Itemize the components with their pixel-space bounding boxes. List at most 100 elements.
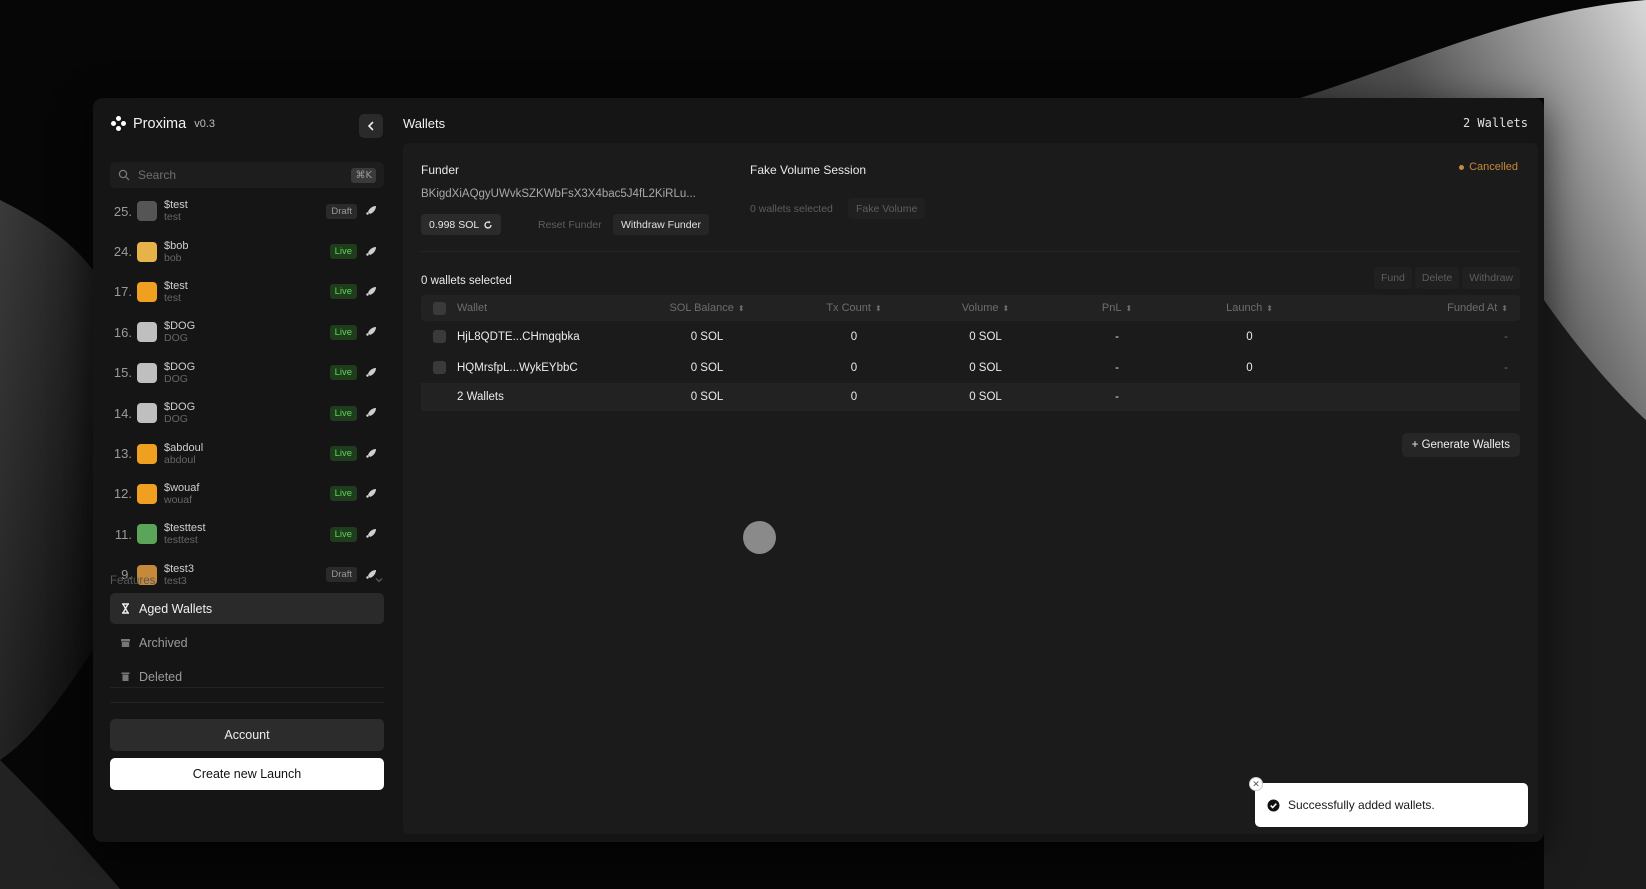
column-header-funded-at[interactable]: Funded At ⬍ xyxy=(1315,302,1520,314)
withdraw-funder-button[interactable]: Withdraw Funder xyxy=(613,214,709,235)
search-icon xyxy=(118,169,130,181)
refresh-icon[interactable] xyxy=(483,220,493,230)
rocket-icon[interactable] xyxy=(364,245,378,259)
funded-at: - xyxy=(1504,361,1508,374)
reset-funder-button[interactable]: Reset Funder xyxy=(530,214,610,235)
nav-item-deleted[interactable]: Deleted xyxy=(110,661,384,692)
search-shortcut: ⌘K xyxy=(351,167,376,183)
select-all-checkbox[interactable] xyxy=(432,301,446,315)
nav-label: Archived xyxy=(139,635,188,650)
sort-icon: ⬍ xyxy=(1002,304,1010,313)
launch-list: 25. $test test Draft 24. $bob bob Live 17.… xyxy=(110,191,384,595)
launch-name: wouaf xyxy=(164,493,193,506)
launch-ticker: $DOG xyxy=(164,401,196,414)
launch-ticker: $abdoul xyxy=(164,441,204,454)
total-pnl: - xyxy=(1115,391,1119,403)
launch-item[interactable]: 13. $abdoul abdoul Live xyxy=(110,433,384,473)
wallet-address[interactable]: HjL8QDTE...CHmgqbka xyxy=(457,331,627,343)
nav-label: Aged Wallets xyxy=(139,601,213,616)
launch-item[interactable]: 17. $test test Live xyxy=(110,272,384,312)
launch-number: 15. xyxy=(113,365,132,381)
launch-item[interactable]: 11. $testtest testtest Live xyxy=(110,514,384,554)
rocket-icon[interactable] xyxy=(364,406,378,420)
pnl: - xyxy=(1115,330,1119,343)
search-box[interactable]: ⌘K xyxy=(110,162,384,188)
sort-icon: ⬍ xyxy=(874,304,882,313)
content-card: Funder BKigdXiAQgyUWvkSZKWbFsX3X4bac5J4f… xyxy=(403,143,1538,834)
archive-icon xyxy=(121,639,130,647)
launch-item[interactable]: 15. $DOG DOG Live xyxy=(110,353,384,393)
funded-at: - xyxy=(1504,330,1508,343)
column-header-launch[interactable]: Launch ⬍ xyxy=(1184,302,1315,314)
launch-item[interactable]: 12. $wouaf wouaf Live xyxy=(110,474,384,514)
sort-icon: ⬍ xyxy=(737,304,745,313)
funder-balance-chip[interactable]: 0.998 SOL xyxy=(421,214,502,235)
divider xyxy=(110,702,384,703)
generate-wallets-button[interactable]: + Generate Wallets xyxy=(1401,433,1520,457)
launch-name: test xyxy=(164,211,181,224)
account-button[interactable]: Account xyxy=(110,719,384,751)
column-header-wallet: Wallet xyxy=(457,302,488,314)
launch-number: 14. xyxy=(113,405,132,421)
launch-number: 17. xyxy=(113,284,132,300)
column-label: Tx Count xyxy=(826,302,871,314)
launch-name: DOG xyxy=(164,413,188,426)
launch-name: DOG xyxy=(164,372,188,385)
launch-item[interactable]: 24. $bob bob Live xyxy=(110,231,384,271)
chevron-down-icon xyxy=(375,578,383,583)
funder-label: Funder xyxy=(421,163,460,177)
collapse-sidebar-button[interactable] xyxy=(359,114,383,138)
launch-number: 24. xyxy=(113,244,132,260)
launch-name: abdoul xyxy=(164,453,196,466)
column-header-sol-balance[interactable]: SOL Balance ⬍ xyxy=(627,302,787,314)
launch-item[interactable]: 14. $DOG DOG Live xyxy=(110,393,384,433)
proxima-logo-icon xyxy=(111,116,127,132)
app-version: v0.3 xyxy=(194,118,215,130)
brand: Proxima v0.3 xyxy=(111,116,215,132)
row-checkbox[interactable] xyxy=(432,330,446,343)
divider xyxy=(421,251,1520,252)
wallet-address[interactable]: HQMrsfpL...WykEYbbC xyxy=(457,362,627,374)
column-label: Launch xyxy=(1226,302,1263,314)
rocket-icon[interactable] xyxy=(364,527,378,541)
create-new-launch-button[interactable]: Create new Launch xyxy=(110,758,384,790)
column-header-volume[interactable]: Volume ⬍ xyxy=(921,302,1050,314)
nav-item-archived[interactable]: Archived xyxy=(110,627,384,658)
launch-avatar xyxy=(137,322,157,343)
table-row[interactable]: HjL8QDTE...CHmgqbka 0 SOL 0 0 SOL - 0 - xyxy=(421,321,1520,352)
launch-item[interactable]: 16. $DOG DOG Live xyxy=(110,312,384,352)
status-badge: Live xyxy=(329,324,357,340)
launch-item[interactable]: 25. $test test Draft xyxy=(110,191,384,231)
status-badge: Live xyxy=(329,244,357,260)
rocket-icon[interactable] xyxy=(364,285,378,299)
launch-avatar xyxy=(137,443,157,464)
rocket-icon[interactable] xyxy=(364,447,378,461)
pnl: - xyxy=(1115,361,1119,374)
close-icon[interactable]: ✕ xyxy=(1249,777,1263,791)
rocket-icon[interactable] xyxy=(364,487,378,501)
column-header-pnl[interactable]: PnL ⬍ xyxy=(1050,302,1184,314)
nav-label: Deleted xyxy=(139,669,183,684)
features-section-header[interactable]: Features xyxy=(110,575,384,587)
nav-item-aged-wallets[interactable]: Aged Wallets xyxy=(110,593,384,624)
wallets-selected-label: 0 wallets selected xyxy=(421,275,512,287)
table-row[interactable]: HQMrsfpL...WykEYbbC 0 SOL 0 0 SOL - 0 - xyxy=(421,352,1520,383)
fund-button[interactable]: Fund xyxy=(1373,267,1412,289)
launch-number: 25. xyxy=(113,203,132,219)
rocket-icon[interactable] xyxy=(364,366,378,380)
rocket-icon[interactable] xyxy=(364,204,378,218)
row-checkbox[interactable] xyxy=(432,361,446,374)
funder-address[interactable]: BKigdXiAQgyUWvkSZKWbFsX3X4bac5J4fL2KiRLu… xyxy=(421,188,696,200)
delete-button[interactable]: Delete xyxy=(1414,267,1460,289)
launch-ticker: $DOG xyxy=(164,320,196,333)
total-volume: 0 SOL xyxy=(969,391,1002,403)
search-input[interactable] xyxy=(138,168,352,182)
column-header-tx-count[interactable]: Tx Count ⬍ xyxy=(787,302,921,314)
launch: 0 xyxy=(1246,361,1253,374)
trash-icon xyxy=(121,672,130,681)
rocket-icon[interactable] xyxy=(364,325,378,339)
toast-notification: ✕ Successfully added wallets. xyxy=(1249,777,1528,827)
fake-volume-button[interactable]: Fake Volume xyxy=(848,198,926,219)
fake-volume-selected: 0 wallets selected xyxy=(750,202,833,215)
withdraw-button[interactable]: Withdraw xyxy=(1462,267,1520,289)
